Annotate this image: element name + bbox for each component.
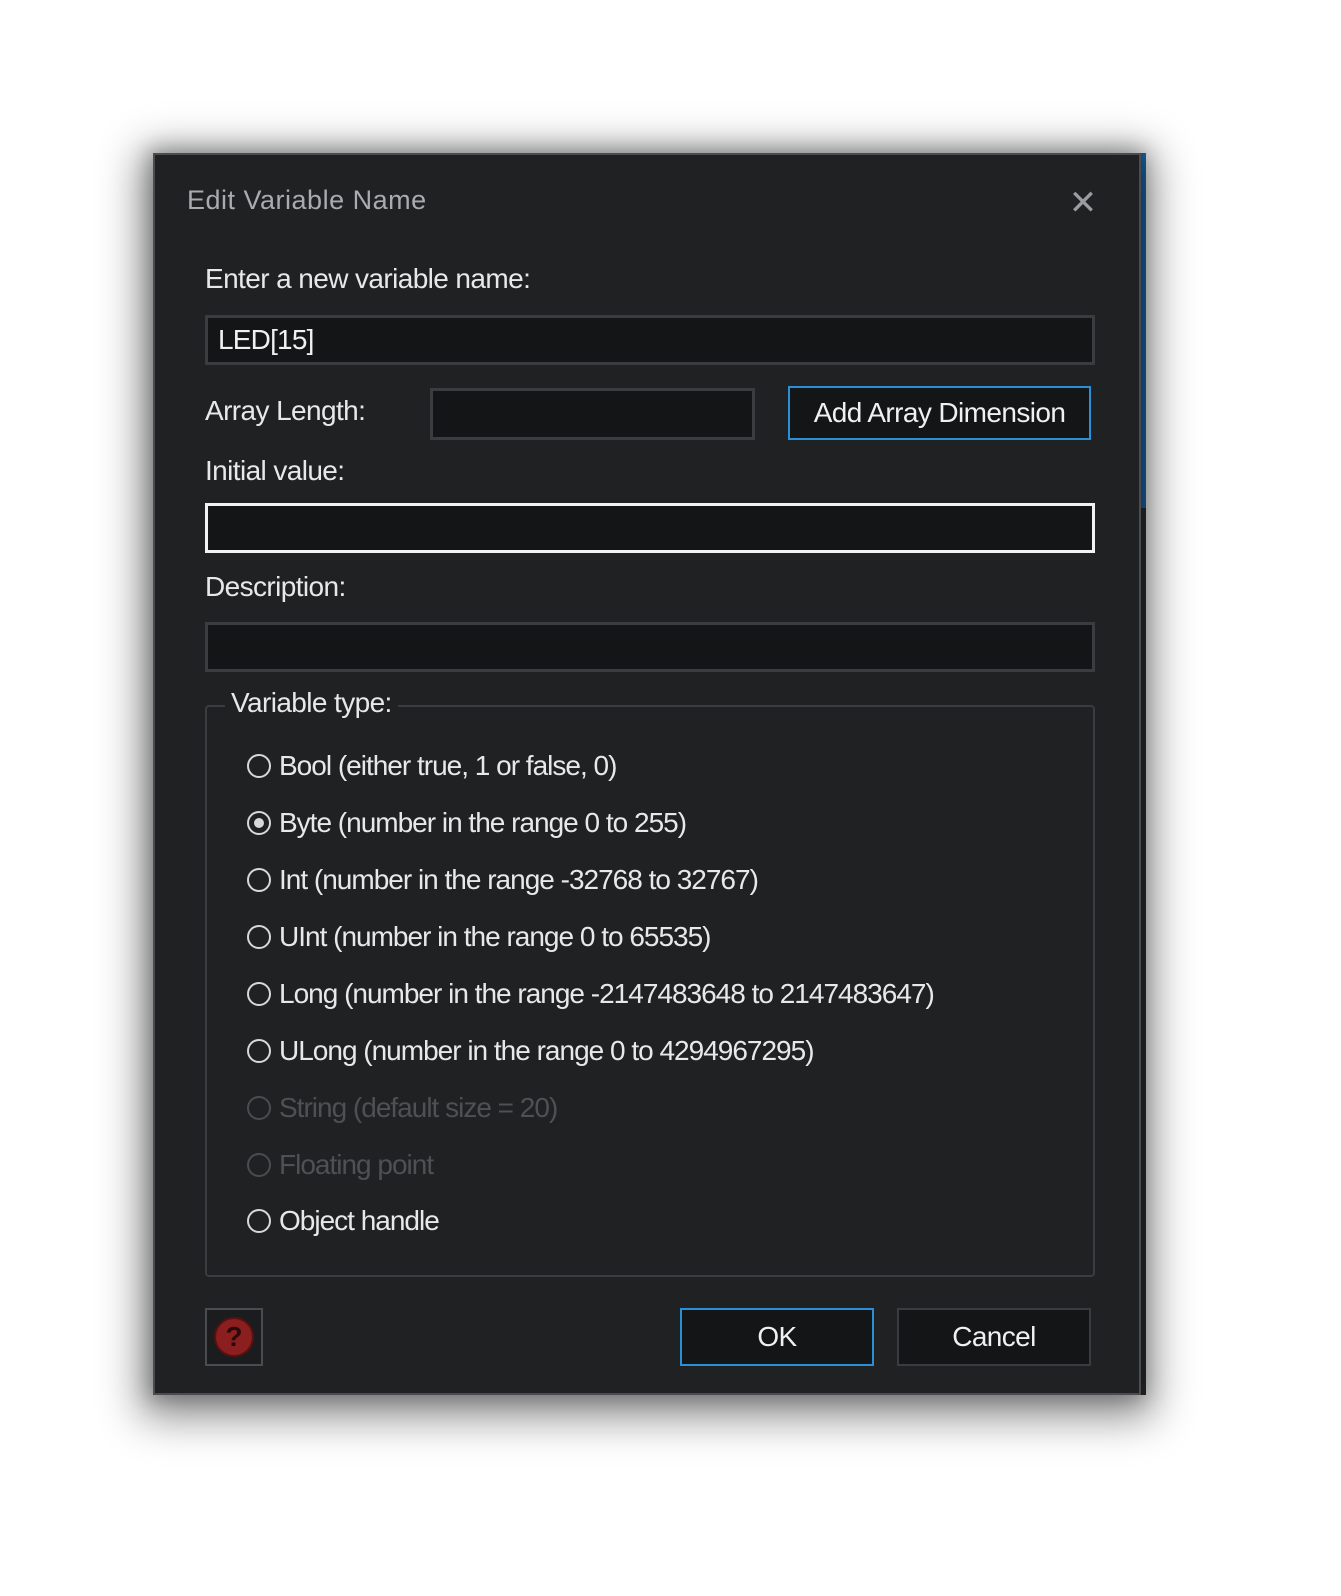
help-icon: ? xyxy=(214,1317,254,1357)
dialog-title: Edit Variable Name xyxy=(187,185,427,215)
name-label: Enter a new variable name: xyxy=(205,263,531,294)
radio-label: UInt (number in the range 0 to 65535) xyxy=(279,921,712,952)
radio-option-floating-point: Floating point xyxy=(247,1145,434,1185)
radio-icon[interactable] xyxy=(247,868,271,892)
radio-icon xyxy=(247,1096,271,1120)
variable-name-input[interactable]: LED[15] xyxy=(205,315,1095,365)
radio-label: String (default size = 20) xyxy=(279,1092,558,1123)
edit-variable-dialog: Edit Variable Name ✕ Enter a new variabl… xyxy=(153,153,1141,1395)
radio-icon[interactable] xyxy=(247,1209,271,1233)
radio-option-byte[interactable]: Byte (number in the range 0 to 255) xyxy=(247,803,687,843)
radio-option-int[interactable]: Int (number in the range -32768 to 32767… xyxy=(247,860,759,900)
cancel-button[interactable]: Cancel xyxy=(897,1308,1091,1366)
radio-label: Bool (either true, 1 or false, 0) xyxy=(279,750,617,781)
radio-option-long[interactable]: Long (number in the range -2147483648 to… xyxy=(247,974,935,1014)
radio-label: ULong (number in the range 0 to 42949672… xyxy=(279,1035,815,1066)
radio-label: Int (number in the range -32768 to 32767… xyxy=(279,864,759,895)
description-input[interactable] xyxy=(205,622,1095,672)
help-button[interactable]: ? xyxy=(205,1308,263,1366)
radio-label: Long (number in the range -2147483648 to… xyxy=(279,978,935,1009)
close-icon[interactable]: ✕ xyxy=(1063,183,1103,223)
add-array-dimension-button[interactable]: Add Array Dimension xyxy=(788,386,1091,440)
variable-type-legend: Variable type: xyxy=(225,687,398,719)
radio-option-object-handle[interactable]: Object handle xyxy=(247,1201,440,1241)
radio-icon[interactable] xyxy=(247,1039,271,1063)
array-length-input[interactable] xyxy=(430,388,755,440)
radio-icon[interactable] xyxy=(247,982,271,1006)
radio-icon[interactable] xyxy=(247,754,271,778)
radio-option-bool[interactable]: Bool (either true, 1 or false, 0) xyxy=(247,746,617,786)
radio-option-uint[interactable]: UInt (number in the range 0 to 65535) xyxy=(247,917,712,957)
radio-option-string: String (default size = 20) xyxy=(247,1088,558,1128)
radio-label: Object handle xyxy=(279,1205,440,1236)
ok-button[interactable]: OK xyxy=(680,1308,874,1366)
array-length-label: Array Length: xyxy=(205,395,366,426)
radio-icon[interactable] xyxy=(247,925,271,949)
radio-label: Byte (number in the range 0 to 255) xyxy=(279,807,687,838)
radio-option-ulong[interactable]: ULong (number in the range 0 to 42949672… xyxy=(247,1031,815,1071)
radio-label: Floating point xyxy=(279,1149,434,1180)
initial-value-input[interactable] xyxy=(205,503,1095,553)
radio-checked-icon[interactable] xyxy=(247,811,271,835)
description-label: Description: xyxy=(205,571,346,602)
initial-value-label: Initial value: xyxy=(205,455,345,486)
radio-icon xyxy=(247,1153,271,1177)
